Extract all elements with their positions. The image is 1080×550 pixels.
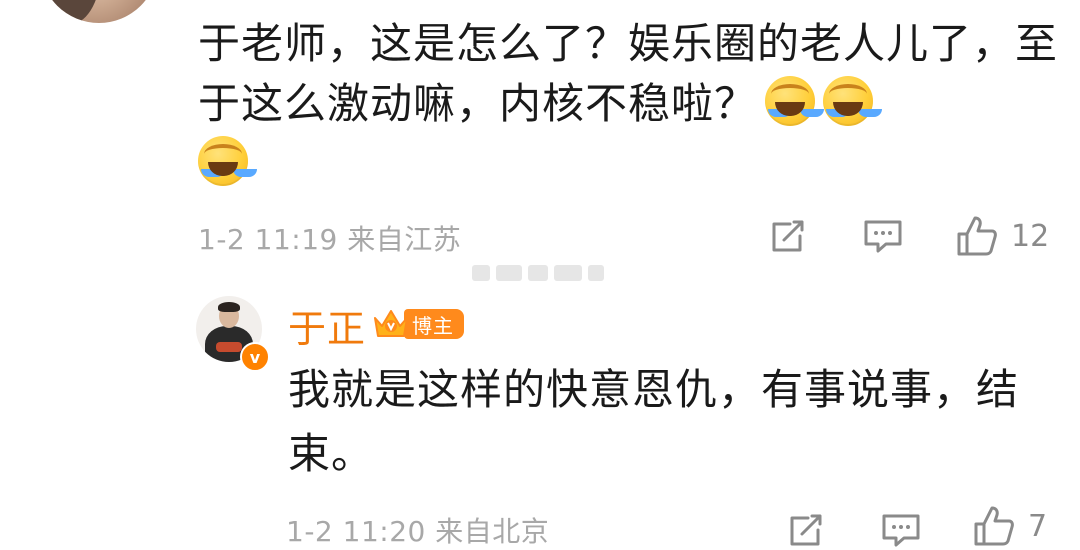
comment-text: 于老师，这是怎么了？娱乐圈的老人儿了，至于这么激动嘛，内核不稳啦？ xyxy=(198,19,1059,128)
repost-button[interactable] xyxy=(768,216,808,256)
verified-badge-icon: v xyxy=(240,342,270,372)
like-button[interactable]: 12 xyxy=(955,214,1049,258)
reply-author-name[interactable]: 于正 xyxy=(288,298,366,353)
comment-button[interactable] xyxy=(862,216,904,256)
commenter-avatar[interactable] xyxy=(40,0,158,23)
like-count: 12 xyxy=(1011,218,1050,254)
repost-icon xyxy=(772,220,804,252)
laugh-cry-icon xyxy=(823,76,874,126)
comment-meta: 1-2 11:19 来自江苏 xyxy=(198,223,462,256)
reply-comment-button[interactable] xyxy=(880,510,922,550)
thumbs-up-icon xyxy=(974,506,1014,546)
reply-body: 我就是这样的快意恩仇，有事说事，结束。 xyxy=(288,365,1020,478)
comment-body: 于老师，这是怎么了？娱乐圈的老人儿了，至于这么激动嘛，内核不稳啦？ xyxy=(198,14,1058,194)
comment-icon xyxy=(864,220,902,253)
badge-label: 博主 xyxy=(404,309,464,339)
repost-icon xyxy=(790,514,822,546)
reply-meta: 1-2 11:20 来自北京 xyxy=(286,515,550,548)
reply-repost-button[interactable] xyxy=(786,510,826,550)
watermark-blur xyxy=(472,262,612,284)
reply-like-button[interactable]: 7 xyxy=(972,504,1047,548)
laugh-cry-icon xyxy=(198,136,248,186)
crown-icon xyxy=(374,310,408,337)
thumbs-up-icon xyxy=(957,216,997,256)
author-badge: 博主 xyxy=(372,306,464,342)
reply-like-count: 7 xyxy=(1028,508,1048,544)
comment-icon xyxy=(882,514,920,547)
avatar-hair-shape xyxy=(40,0,100,23)
laugh-cry-icon xyxy=(765,76,816,126)
